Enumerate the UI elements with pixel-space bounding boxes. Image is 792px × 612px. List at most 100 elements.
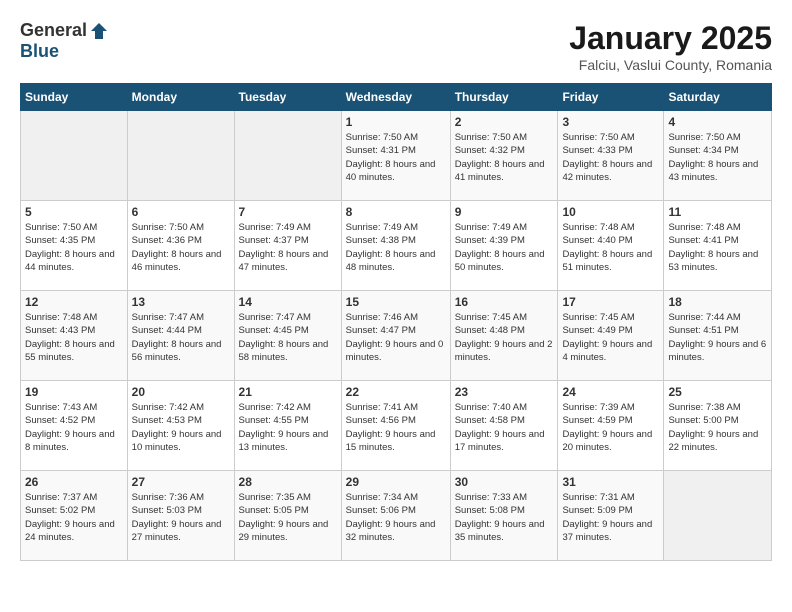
day-number: 19 xyxy=(25,385,123,399)
day-number: 14 xyxy=(239,295,337,309)
calendar-cell: 20Sunrise: 7:42 AMSunset: 4:53 PMDayligh… xyxy=(127,381,234,471)
calendar-week-row: 12 Sunrise: 7:48 AMSunset: 4:43 PMDayligh… xyxy=(21,291,772,381)
day-info: Sunrise: 7:33 AMSunset: 5:08 PMDaylight:… xyxy=(455,491,554,544)
weekday-header-wednesday: Wednesday xyxy=(341,84,450,111)
calendar-cell: 2Sunrise: 7:50 AMSunset: 4:32 PMDaylight… xyxy=(450,111,558,201)
day-info: Sunrise: 7:31 AMSunset: 5:09 PMDaylight:… xyxy=(562,491,659,544)
day-info: Sunrise: 7:39 AMSunset: 4:59 PMDaylight:… xyxy=(562,401,659,454)
day-number: 20 xyxy=(132,385,230,399)
day-info: Sunrise: 7:46 AMSunset: 4:47 PMDaylight:… xyxy=(346,311,446,364)
day-info: Sunrise: 7:48 AMSunset: 4:40 PMDaylight:… xyxy=(562,221,659,274)
weekday-header-row: SundayMondayTuesdayWednesdayThursdayFrid… xyxy=(21,84,772,111)
day-number: 30 xyxy=(455,475,554,489)
month-title: January 2025 xyxy=(569,20,772,57)
day-number: 10 xyxy=(562,205,659,219)
weekday-header-friday: Friday xyxy=(558,84,664,111)
logo: General Blue xyxy=(20,20,109,62)
day-number: 25 xyxy=(668,385,767,399)
day-number: 3 xyxy=(562,115,659,129)
calendar-cell: 14 Sunrise: 7:47 AMSunset: 4:45 PMDayligh… xyxy=(234,291,341,381)
calendar-cell: 21 Sunrise: 7:42 AMSunset: 4:55 PMDayligh… xyxy=(234,381,341,471)
day-info: Sunrise: 7:34 AMSunset: 5:06 PMDaylight:… xyxy=(346,491,446,544)
calendar-week-row: 1 Sunrise: 7:50 AMSunset: 4:31 PMDaylight… xyxy=(21,111,772,201)
day-number: 13 xyxy=(132,295,230,309)
day-info: Sunrise: 7:47 AMSunset: 4:45 PMDaylight:… xyxy=(239,311,337,364)
day-info: Sunrise: 7:40 AMSunset: 4:58 PMDaylight:… xyxy=(455,401,554,454)
calendar-cell: 8Sunrise: 7:49 AMSunset: 4:38 PMDaylight… xyxy=(341,201,450,291)
day-info: Sunrise: 7:50 AMSunset: 4:33 PMDaylight:… xyxy=(562,131,659,184)
calendar-cell: 9Sunrise: 7:49 AMSunset: 4:39 PMDaylight… xyxy=(450,201,558,291)
day-info: Sunrise: 7:36 AMSunset: 5:03 PMDaylight:… xyxy=(132,491,230,544)
day-number: 23 xyxy=(455,385,554,399)
day-number: 24 xyxy=(562,385,659,399)
day-number: 22 xyxy=(346,385,446,399)
day-info: Sunrise: 7:35 AMSunset: 5:05 PMDaylight:… xyxy=(239,491,337,544)
title-block: January 2025 Falciu, Vaslui County, Roma… xyxy=(569,20,772,73)
calendar-cell: 30 Sunrise: 7:33 AMSunset: 5:08 PMDayligh… xyxy=(450,471,558,561)
day-info: Sunrise: 7:45 AMSunset: 4:48 PMDaylight:… xyxy=(455,311,554,364)
calendar-week-row: 5 Sunrise: 7:50 AMSunset: 4:35 PMDaylight… xyxy=(21,201,772,291)
calendar-cell: 25Sunrise: 7:38 AMSunset: 5:00 PMDayligh… xyxy=(664,381,772,471)
day-number: 28 xyxy=(239,475,337,489)
day-number: 31 xyxy=(562,475,659,489)
day-number: 18 xyxy=(668,295,767,309)
calendar-cell: 19 Sunrise: 7:43 AMSunset: 4:52 PMDayligh… xyxy=(21,381,128,471)
calendar-body: 1 Sunrise: 7:50 AMSunset: 4:31 PMDaylight… xyxy=(21,111,772,561)
day-info: Sunrise: 7:41 AMSunset: 4:56 PMDaylight:… xyxy=(346,401,446,454)
day-number: 5 xyxy=(25,205,123,219)
day-number: 9 xyxy=(455,205,554,219)
day-number: 17 xyxy=(562,295,659,309)
calendar-cell: 11Sunrise: 7:48 AMSunset: 4:41 PMDayligh… xyxy=(664,201,772,291)
day-number: 8 xyxy=(346,205,446,219)
calendar-week-row: 26 Sunrise: 7:37 AMSunset: 5:02 PMDayligh… xyxy=(21,471,772,561)
calendar-cell: 29 Sunrise: 7:34 AMSunset: 5:06 PMDayligh… xyxy=(341,471,450,561)
weekday-header-monday: Monday xyxy=(127,84,234,111)
day-number: 21 xyxy=(239,385,337,399)
calendar-cell: 10 Sunrise: 7:48 AMSunset: 4:40 PMDayligh… xyxy=(558,201,664,291)
calendar-cell: 26 Sunrise: 7:37 AMSunset: 5:02 PMDayligh… xyxy=(21,471,128,561)
day-number: 6 xyxy=(132,205,230,219)
day-number: 11 xyxy=(668,205,767,219)
weekday-header-sunday: Sunday xyxy=(21,84,128,111)
day-number: 16 xyxy=(455,295,554,309)
day-info: Sunrise: 7:47 AMSunset: 4:44 PMDaylight:… xyxy=(132,311,230,364)
calendar-table: SundayMondayTuesdayWednesdayThursdayFrid… xyxy=(20,83,772,561)
day-number: 29 xyxy=(346,475,446,489)
calendar-cell: 1 Sunrise: 7:50 AMSunset: 4:31 PMDaylight… xyxy=(341,111,450,201)
day-number: 4 xyxy=(668,115,767,129)
calendar-cell: 15Sunrise: 7:46 AMSunset: 4:47 PMDayligh… xyxy=(341,291,450,381)
calendar-cell: 23 Sunrise: 7:40 AMSunset: 4:58 PMDayligh… xyxy=(450,381,558,471)
page-header: General Blue January 2025 Falciu, Vaslui… xyxy=(20,20,772,73)
calendar-cell: 22 Sunrise: 7:41 AMSunset: 4:56 PMDayligh… xyxy=(341,381,450,471)
calendar-cell: 31 Sunrise: 7:31 AMSunset: 5:09 PMDayligh… xyxy=(558,471,664,561)
day-info: Sunrise: 7:44 AMSunset: 4:51 PMDaylight:… xyxy=(668,311,767,364)
weekday-header-saturday: Saturday xyxy=(664,84,772,111)
day-info: Sunrise: 7:50 AMSunset: 4:35 PMDaylight:… xyxy=(25,221,123,274)
weekday-header-thursday: Thursday xyxy=(450,84,558,111)
calendar-cell: 17Sunrise: 7:45 AMSunset: 4:49 PMDayligh… xyxy=(558,291,664,381)
calendar-cell: 4Sunrise: 7:50 AMSunset: 4:34 PMDaylight… xyxy=(664,111,772,201)
day-info: Sunrise: 7:48 AMSunset: 4:43 PMDaylight:… xyxy=(25,311,123,364)
calendar-cell: 28 Sunrise: 7:35 AMSunset: 5:05 PMDayligh… xyxy=(234,471,341,561)
day-info: Sunrise: 7:50 AMSunset: 4:31 PMDaylight:… xyxy=(346,131,446,184)
calendar-cell xyxy=(127,111,234,201)
day-info: Sunrise: 7:37 AMSunset: 5:02 PMDaylight:… xyxy=(25,491,123,544)
logo-icon xyxy=(89,21,109,41)
day-number: 2 xyxy=(455,115,554,129)
day-number: 1 xyxy=(346,115,446,129)
calendar-cell xyxy=(664,471,772,561)
day-info: Sunrise: 7:50 AMSunset: 4:36 PMDaylight:… xyxy=(132,221,230,274)
day-number: 27 xyxy=(132,475,230,489)
day-info: Sunrise: 7:42 AMSunset: 4:55 PMDaylight:… xyxy=(239,401,337,454)
calendar-cell: 27 Sunrise: 7:36 AMSunset: 5:03 PMDayligh… xyxy=(127,471,234,561)
calendar-cell: 5 Sunrise: 7:50 AMSunset: 4:35 PMDaylight… xyxy=(21,201,128,291)
day-info: Sunrise: 7:43 AMSunset: 4:52 PMDaylight:… xyxy=(25,401,123,454)
day-info: Sunrise: 7:49 AMSunset: 4:37 PMDaylight:… xyxy=(239,221,337,274)
calendar-cell: 16 Sunrise: 7:45 AMSunset: 4:48 PMDayligh… xyxy=(450,291,558,381)
calendar-cell: 13 Sunrise: 7:47 AMSunset: 4:44 PMDayligh… xyxy=(127,291,234,381)
calendar-cell xyxy=(21,111,128,201)
day-number: 26 xyxy=(25,475,123,489)
day-number: 12 xyxy=(25,295,123,309)
day-number: 7 xyxy=(239,205,337,219)
calendar-cell: 3 Sunrise: 7:50 AMSunset: 4:33 PMDaylight… xyxy=(558,111,664,201)
